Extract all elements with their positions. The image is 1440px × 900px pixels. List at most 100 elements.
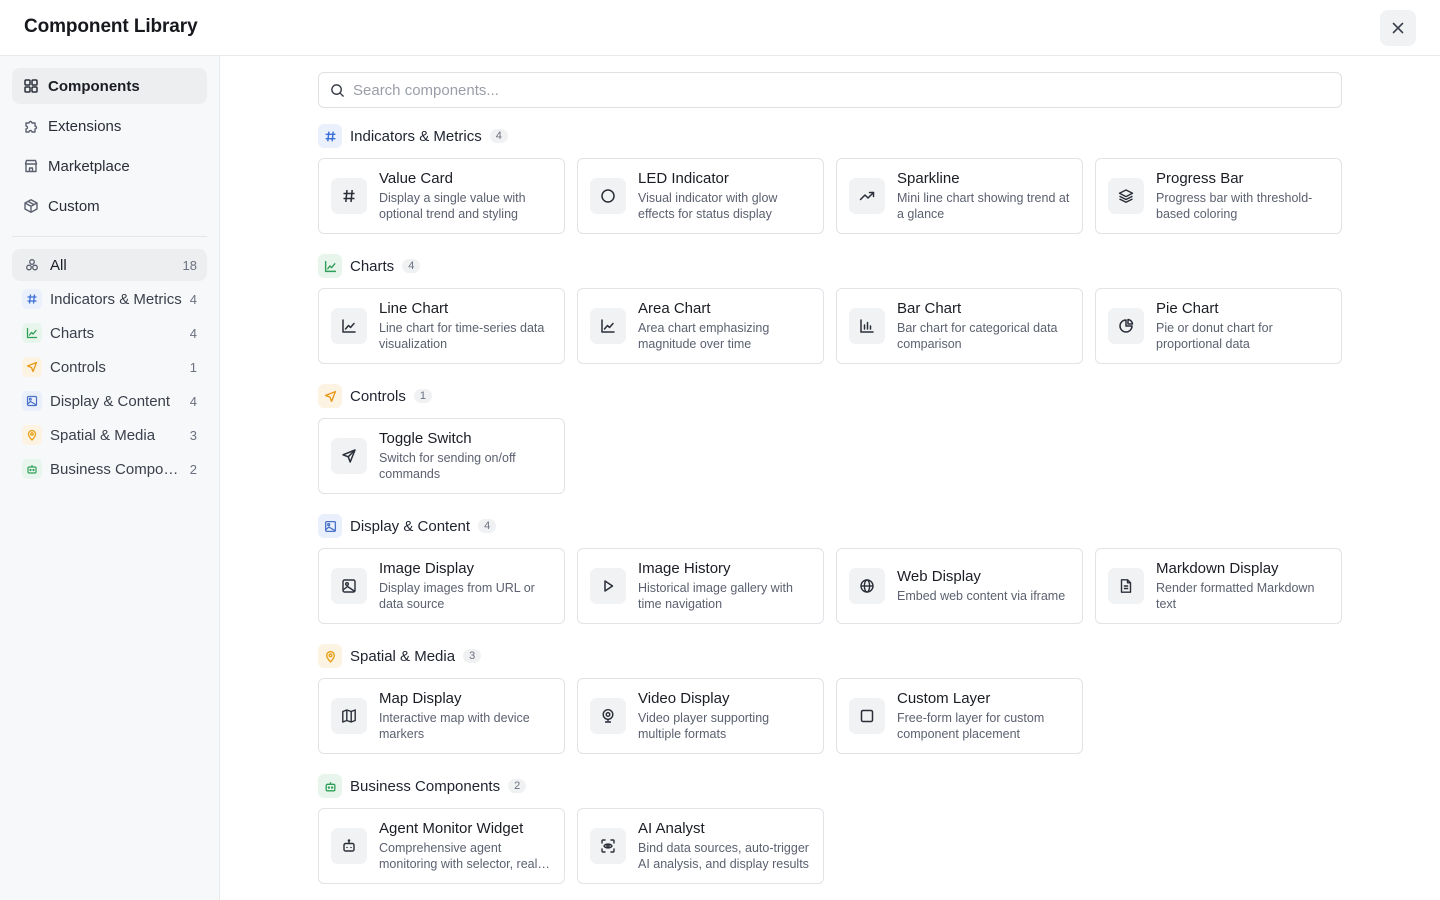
category-label: All xyxy=(50,256,67,274)
page-title: Component Library xyxy=(24,16,198,37)
card-description: Bind data sources, auto-trigger AI analy… xyxy=(638,840,809,872)
component-card-value-card[interactable]: Value Card Display a single value with o… xyxy=(318,158,565,234)
component-card-area-chart[interactable]: Area Chart Area chart emphasizing magnit… xyxy=(577,288,824,364)
bot-icon xyxy=(331,828,367,864)
category-all[interactable]: All 18 xyxy=(12,249,207,281)
component-card-video-display[interactable]: Video Display Video player supporting mu… xyxy=(577,678,824,754)
component-card-custom-layer[interactable]: Custom Layer Free-form layer for custom … xyxy=(836,678,1083,754)
webcam-icon xyxy=(590,698,626,734)
category-count: 18 xyxy=(182,257,197,273)
nav-item-components[interactable]: Components xyxy=(12,68,207,104)
component-card-markdown-display[interactable]: Markdown Display Render formatted Markdo… xyxy=(1095,548,1342,624)
hash-icon xyxy=(22,289,42,309)
category-spatial-media[interactable]: Spatial & Media 3 xyxy=(12,419,207,451)
nav-item-extensions[interactable]: Extensions xyxy=(12,108,207,144)
category-label: Charts xyxy=(50,324,95,342)
card-title: Toggle Switch xyxy=(379,429,472,447)
sidebar-divider xyxy=(12,236,207,237)
section-title: Controls xyxy=(350,387,406,405)
category-business-components[interactable]: Business Components 2 xyxy=(12,453,207,485)
all-categories-icon xyxy=(22,255,42,275)
section-title: Business Components xyxy=(350,777,501,795)
card-description: Progress bar with threshold-based colori… xyxy=(1156,190,1313,222)
card-title: Image History xyxy=(638,559,731,577)
component-card-led-indicator[interactable]: LED Indicator Visual indicator with glow… xyxy=(577,158,824,234)
component-card-sparkline[interactable]: Sparkline Mini line chart showing trend … xyxy=(836,158,1083,234)
category-display-content[interactable]: Display & Content 4 xyxy=(12,385,207,417)
map-pin-icon xyxy=(22,425,42,445)
category-label: Indicators & Metrics xyxy=(50,290,182,308)
category-controls[interactable]: Controls 1 xyxy=(12,351,207,383)
section-count-badge: 4 xyxy=(489,129,508,143)
grid-icon xyxy=(22,77,40,95)
search-icon xyxy=(329,82,345,98)
card-title: Agent Monitor Widget xyxy=(379,819,524,837)
component-card-web-display[interactable]: Web Display Embed web content via iframe xyxy=(836,548,1083,624)
card-title: Progress Bar xyxy=(1156,169,1244,187)
section-count-badge: 4 xyxy=(478,519,497,533)
card-description: Display images from URL or data source xyxy=(379,580,535,612)
category-indicators-metrics[interactable]: Indicators & Metrics 4 xyxy=(12,283,207,315)
area-chart-icon xyxy=(590,308,626,344)
component-card-image-history[interactable]: Image History Historical image gallery w… xyxy=(577,548,824,624)
component-card-bar-chart[interactable]: Bar Chart Bar chart for categorical data… xyxy=(836,288,1083,364)
nav-item-label: Components xyxy=(48,77,140,95)
category-count: 3 xyxy=(189,427,197,443)
search-input[interactable] xyxy=(353,81,1341,99)
component-card-toggle-switch[interactable]: Toggle Switch Switch for sending on/off … xyxy=(318,418,565,494)
section-title: Indicators & Metrics xyxy=(350,127,482,145)
section-header-business-components: Business Components 2 xyxy=(318,774,527,798)
scan-eye-icon xyxy=(590,828,626,864)
card-description: Video player supporting multiple formats xyxy=(638,710,770,742)
line-chart-icon xyxy=(318,254,342,278)
card-description: Mini line chart showing trend at a glanc… xyxy=(897,190,1070,222)
component-card-image-display[interactable]: Image Display Display images from URL or… xyxy=(318,548,565,624)
line-chart-icon xyxy=(331,308,367,344)
card-description: Historical image gallery with time navig… xyxy=(638,580,793,612)
section-title: Charts xyxy=(350,257,395,275)
section-header-spatial-media: Spatial & Media 3 xyxy=(318,644,482,668)
close-icon xyxy=(1390,20,1406,36)
play-icon xyxy=(590,568,626,604)
category-count: 4 xyxy=(189,325,197,341)
card-title: AI Analyst xyxy=(638,819,705,837)
trending-up-icon xyxy=(849,178,885,214)
component-card-line-chart[interactable]: Line Chart Line chart for time-series da… xyxy=(318,288,565,364)
category-count: 2 xyxy=(189,461,197,477)
section-title: Display & Content xyxy=(350,517,471,535)
close-button[interactable] xyxy=(1380,10,1416,46)
hash-icon xyxy=(331,178,367,214)
card-title: Video Display xyxy=(638,689,730,707)
nav-item-label: Extensions xyxy=(48,117,122,135)
hash-icon xyxy=(318,124,342,148)
sidebar: Components Extensions Marketplace Custom… xyxy=(0,56,220,900)
section-header-indicators-metrics: Indicators & Metrics 4 xyxy=(318,124,508,148)
nav-item-label: Custom xyxy=(48,197,100,215)
component-card-pie-chart[interactable]: Pie Chart Pie or donut chart for proport… xyxy=(1095,288,1342,364)
nav-item-label: Marketplace xyxy=(48,157,130,175)
circle-icon xyxy=(590,178,626,214)
card-title: Line Chart xyxy=(379,299,449,317)
section-count-badge: 4 xyxy=(402,259,421,273)
send-icon xyxy=(22,357,42,377)
bar-chart-icon xyxy=(849,308,885,344)
bot-icon xyxy=(318,774,342,798)
card-description: Render formatted Markdown text xyxy=(1156,580,1315,612)
nav-item-marketplace[interactable]: Marketplace xyxy=(12,148,207,184)
card-title: Area Chart xyxy=(638,299,711,317)
nav-item-custom[interactable]: Custom xyxy=(12,188,207,224)
card-title: Pie Chart xyxy=(1156,299,1219,317)
image-icon xyxy=(318,514,342,538)
section-count-badge: 2 xyxy=(508,779,527,793)
category-charts[interactable]: Charts 4 xyxy=(12,317,207,349)
component-card-agent-monitor-widget[interactable]: Agent Monitor Widget Comprehensive agent… xyxy=(318,808,565,884)
component-card-progress-bar[interactable]: Progress Bar Progress bar with threshold… xyxy=(1095,158,1342,234)
category-label: Business Components xyxy=(50,460,184,478)
component-card-ai-analyst[interactable]: AI Analyst Bind data sources, auto-trigg… xyxy=(577,808,824,884)
component-card-map-display[interactable]: Map Display Interactive map with device … xyxy=(318,678,565,754)
card-description: Free-form layer for custom component pla… xyxy=(897,710,1045,742)
pie-chart-icon xyxy=(1108,308,1144,344)
card-description: Switch for sending on/off commands xyxy=(379,450,516,482)
map-pin-icon xyxy=(318,644,342,668)
category-label: Controls xyxy=(50,358,106,376)
